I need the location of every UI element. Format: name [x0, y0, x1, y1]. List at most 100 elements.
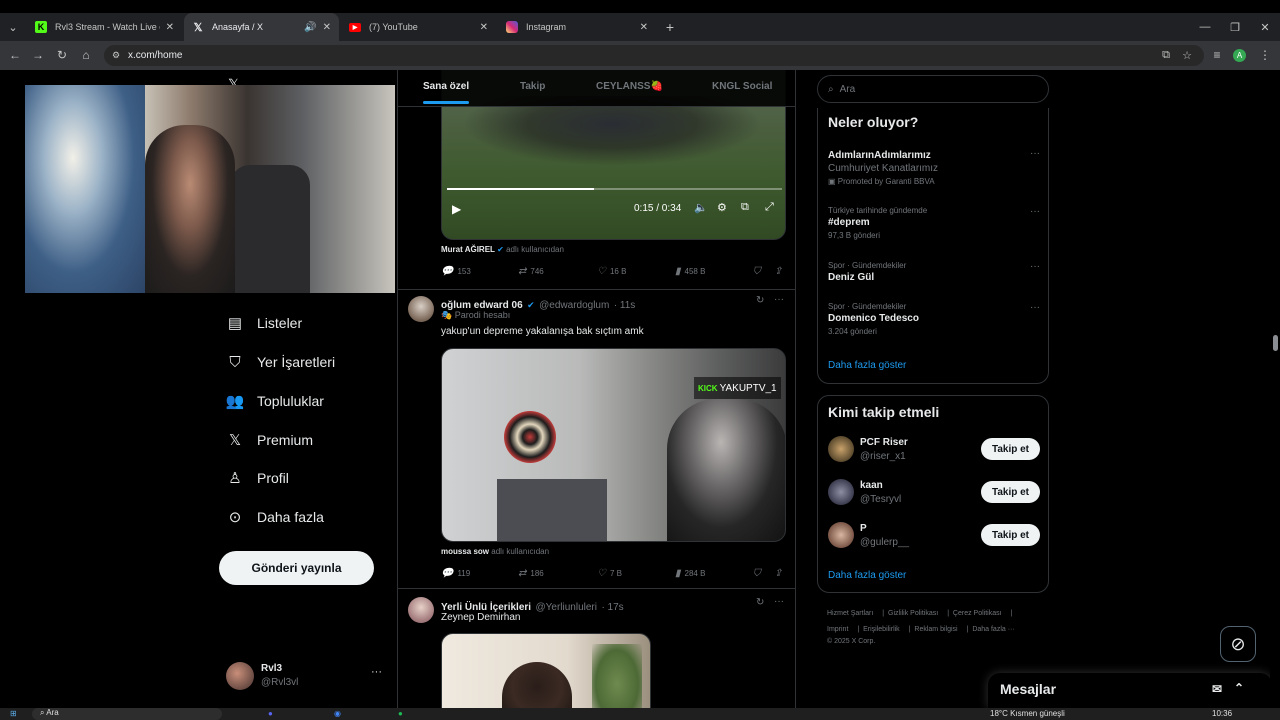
trend-item[interactable]: Spor · Gündemdekiler Domenico Tedesco 3.… [828, 302, 1040, 336]
more-options-icon[interactable]: ··· [1030, 148, 1040, 159]
more-options-icon[interactable]: ··· [774, 596, 784, 607]
close-tab-icon[interactable]: ✕ [480, 22, 488, 33]
pip-icon[interactable]: ⧉ [741, 201, 749, 214]
footer-link[interactable]: Hizmet Şartları [827, 610, 873, 617]
more-options-icon[interactable]: ··· [1030, 302, 1040, 313]
close-tab-icon[interactable]: ✕ [166, 22, 174, 33]
views-button[interactable]: ▮ 458 B [675, 266, 705, 277]
account-switcher[interactable]: Rvl3 @Rvl3vl ··· [226, 660, 386, 692]
footer-link[interactable]: Erişilebilirlik [863, 626, 900, 633]
like-button[interactable]: ♡ 16 B [597, 266, 626, 277]
tab-x-home[interactable]: 𝕏 Anasayfa / X 🔊 ✕ [184, 13, 339, 41]
new-tab-button[interactable]: + [656, 13, 684, 41]
more-options-icon[interactable]: ··· [1030, 206, 1040, 217]
site-info-icon[interactable]: ⚙ [112, 50, 120, 61]
windows-start-icon[interactable]: ⊞ [10, 709, 17, 718]
fullscreen-icon[interactable]: ⤢ [765, 201, 774, 214]
nav-communities[interactable]: 👥 Topluluklar [226, 389, 324, 413]
bookmark-button[interactable]: ⛉ [753, 568, 765, 579]
install-app-icon[interactable]: ⧉ [1162, 49, 1170, 62]
expand-icon[interactable]: ⌃ [1234, 681, 1244, 695]
views-button[interactable]: ▮ 284 B [675, 568, 705, 579]
post-media-image[interactable] [441, 633, 651, 708]
tab-list-ceylanss[interactable]: CEYLANSS🍓 [596, 81, 663, 92]
credit-name[interactable]: Murat AĞIREL [441, 245, 495, 254]
nav-more[interactable]: ⊙ Daha fazla [226, 505, 324, 529]
follow-button[interactable]: Takip et [981, 481, 1040, 503]
grok-icon[interactable]: ↻ [756, 295, 764, 306]
trend-item[interactable]: Spor · Gündemdekiler Deniz Gül ··· [828, 261, 1040, 283]
credit-name[interactable]: moussa sow [441, 547, 489, 556]
tab-search-icon[interactable]: ⌄ [0, 13, 26, 41]
taskbar-search[interactable]: ⌕ Ara [32, 708, 222, 720]
follow-button[interactable]: Takip et [981, 438, 1040, 460]
browser-menu-icon[interactable]: ⋮ [1257, 47, 1273, 63]
grok-icon[interactable]: ↻ [756, 597, 764, 608]
close-window-button[interactable]: ✕ [1250, 13, 1280, 41]
repost-button[interactable]: ⇄ 186 [518, 568, 544, 579]
follow-suggestion[interactable]: kaan @Tesryvl Takip et [828, 477, 1040, 507]
tab-youtube[interactable]: ▶ (7) YouTube ✕ [341, 13, 496, 41]
messages-drawer[interactable]: Mesajlar ✉ ⌃ [988, 673, 1272, 708]
new-message-icon[interactable]: ✉ [1212, 682, 1222, 696]
nav-profile[interactable]: ♙ Profil [226, 466, 289, 490]
nav-lists[interactable]: ▤ Listeler [226, 311, 302, 335]
follow-suggestion[interactable]: P @gulerp__ Takip et [828, 520, 1040, 550]
chrome-icon[interactable]: ◉ [334, 709, 341, 718]
bookmark-button[interactable]: ⛉ [753, 266, 765, 277]
scrollbar-thumb[interactable] [1273, 335, 1278, 351]
author-handle[interactable]: @Yerliunluleri [536, 602, 597, 613]
clock[interactable]: 10:36 [1212, 709, 1232, 718]
footer-link[interactable]: Çerez Politikası [953, 610, 1002, 617]
restore-button[interactable]: ❐ [1220, 13, 1250, 41]
page-scrollbar[interactable] [1270, 70, 1280, 708]
home-button[interactable]: ⌂ [78, 47, 94, 63]
video-progress-track[interactable] [447, 188, 782, 190]
tab-for-you[interactable]: Sana özel [423, 81, 470, 104]
footer-link[interactable]: Reklam bilgisi [914, 626, 957, 633]
nav-premium[interactable]: 𝕏 Premium [226, 428, 313, 452]
play-icon[interactable]: ▶ [452, 202, 461, 216]
forward-button[interactable]: → [30, 47, 46, 63]
nav-bookmarks[interactable]: ⛉ Yer İşaretleri [226, 350, 335, 374]
post-media-video[interactable]: KICK YAKUPTV_1 [441, 348, 786, 542]
repost-button[interactable]: ⇄ 746 [518, 266, 544, 277]
footer-link[interactable]: Daha fazla ··· [972, 626, 1014, 633]
discord-icon[interactable]: ● [268, 709, 273, 718]
address-bar[interactable]: ⚙ x.com/home ⧉ ☆ [104, 45, 1204, 66]
bookmark-star-icon[interactable]: ☆ [1182, 49, 1192, 62]
settings-icon[interactable]: ⚙ [717, 201, 727, 214]
profile-avatar-icon[interactable]: A [1233, 49, 1246, 62]
follow-suggestion[interactable]: PCF Riser @riser_x1 Takip et [828, 434, 1040, 464]
show-more-follow-link[interactable]: Daha fazla göster [828, 570, 906, 581]
post-button[interactable]: Gönderi yayınla [219, 551, 374, 585]
close-tab-icon[interactable]: ✕ [640, 22, 648, 33]
avatar[interactable] [408, 597, 434, 623]
more-options-icon[interactable]: ··· [1030, 261, 1040, 272]
footer-link[interactable]: Gizlilik Politikası [888, 610, 938, 617]
reply-button[interactable]: 💬 119 [441, 568, 470, 579]
close-tab-icon[interactable]: ✕ [323, 22, 331, 33]
share-button[interactable]: ⇪ [774, 266, 786, 277]
tab-instagram[interactable]: Instagram ✕ [498, 13, 656, 41]
tab-kick[interactable]: K Rvl3 Stream - Watch Live on Kick ✕ [27, 13, 182, 41]
trend-item[interactable]: Türkiye tarihinde gündemde #deprem 97,3 … [828, 206, 1040, 240]
tab-list-kngl-social[interactable]: KNGL Social [712, 81, 772, 92]
like-button[interactable]: ♡ 7 B [597, 568, 622, 579]
footer-link[interactable]: Imprint [827, 626, 848, 633]
media-control-icon[interactable]: ≡ [1209, 47, 1225, 63]
speaker-icon[interactable]: 🔊 [304, 22, 316, 33]
trend-item[interactable]: AdımlarınAdımlarımız Cumhuriyet Kanatlar… [828, 148, 1040, 186]
more-options-icon[interactable]: ··· [774, 294, 784, 305]
grok-button[interactable]: ⊘ [1220, 626, 1256, 662]
post-time[interactable]: · 17s [601, 602, 623, 613]
back-button[interactable]: ← [7, 47, 23, 63]
more-options-icon[interactable]: ··· [371, 666, 382, 678]
volume-icon[interactable]: 🔈 [694, 201, 708, 214]
spotify-icon[interactable]: ● [398, 709, 403, 718]
follow-button[interactable]: Takip et [981, 524, 1040, 546]
minimize-button[interactable]: — [1190, 13, 1220, 41]
search-input[interactable]: ⌕ Ara [817, 75, 1049, 103]
weather-widget[interactable]: 18°C Kısmen güneşli [990, 709, 1065, 718]
share-button[interactable]: ⇪ [774, 568, 786, 579]
